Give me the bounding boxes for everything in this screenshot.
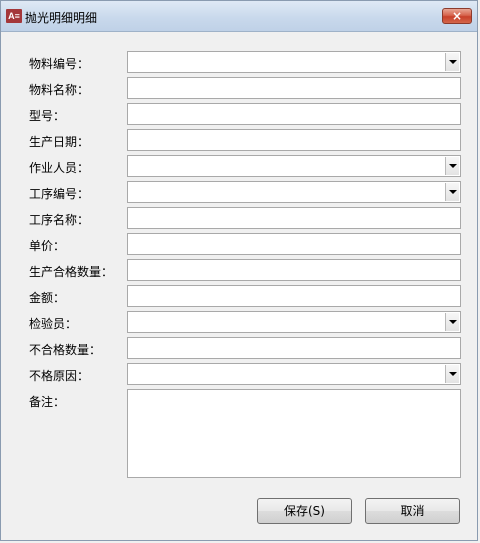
process-no-combo[interactable] (127, 181, 461, 203)
label-process-no: 工序编号： (29, 187, 90, 201)
chevron-down-icon[interactable] (445, 365, 459, 383)
dialog-window: A≡ 抛光明细明细 × 物料编号： 物料名称： 型号： 生产日期： 作业人员： … (0, 0, 478, 541)
qualified-qty-input[interactable] (127, 259, 461, 281)
save-button-label: 保存(S) (284, 504, 325, 518)
process-name-input[interactable] (127, 207, 461, 229)
label-inspector: 检验员： (29, 317, 78, 331)
title-bar: A≡ 抛光明细明细 × (1, 1, 477, 32)
cancel-button[interactable]: 取消 (365, 498, 460, 524)
unqualified-qty-input[interactable] (127, 337, 461, 359)
chevron-down-icon[interactable] (445, 183, 459, 201)
inspector-combo[interactable] (127, 311, 461, 333)
label-material-name: 物料名称： (29, 83, 90, 97)
label-amount: 金额： (29, 291, 66, 305)
save-button[interactable]: 保存(S) (257, 498, 352, 524)
label-reject-reason: 不格原因： (29, 369, 90, 383)
label-material-no: 物料编号： (29, 57, 90, 71)
label-unit-price: 单价： (29, 239, 66, 253)
label-remark: 备注： (29, 395, 66, 409)
chevron-down-icon[interactable] (445, 53, 459, 71)
access-icon: A≡ (6, 9, 22, 23)
model-input[interactable] (127, 103, 461, 125)
close-button[interactable]: × (442, 8, 472, 24)
label-production-date: 生产日期： (29, 135, 90, 149)
material-name-input[interactable] (127, 77, 461, 99)
cancel-button-label: 取消 (400, 504, 425, 518)
chevron-down-icon[interactable] (445, 157, 459, 175)
label-unqualified-qty: 不合格数量： (29, 343, 102, 357)
unit-price-input[interactable] (127, 233, 461, 255)
remark-textarea[interactable] (127, 389, 461, 478)
chevron-down-icon[interactable] (445, 313, 459, 331)
production-date-input[interactable] (127, 129, 461, 151)
reject-reason-combo[interactable] (127, 363, 461, 385)
material-no-combo[interactable] (127, 51, 461, 73)
label-model: 型号： (29, 109, 66, 123)
amount-input[interactable] (127, 285, 461, 307)
label-qualified-qty: 生产合格数量： (29, 265, 114, 279)
window-title: 抛光明细明细 (25, 11, 98, 25)
operator-combo[interactable] (127, 155, 461, 177)
label-process-name: 工序名称： (29, 213, 90, 227)
label-operator: 作业人员： (29, 161, 90, 175)
